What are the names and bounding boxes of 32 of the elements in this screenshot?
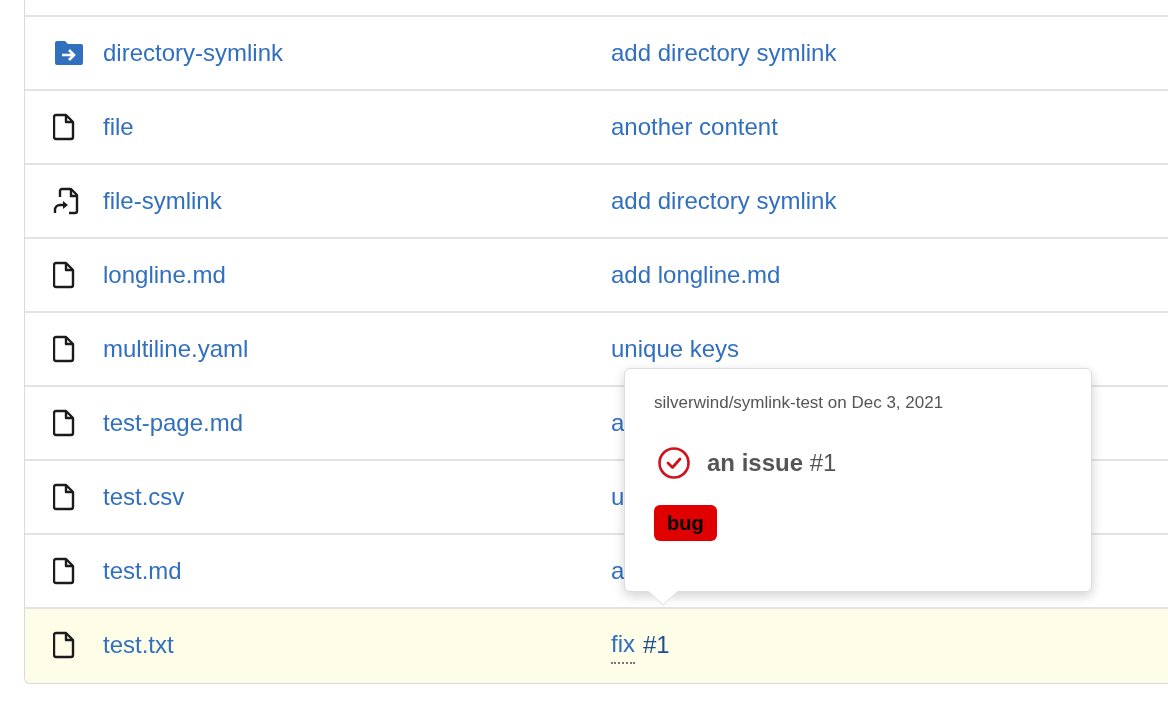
- file-name-link[interactable]: directory-symlink: [103, 35, 284, 71]
- commit-message-link[interactable]: add directory symlink: [611, 183, 837, 219]
- file-name-link[interactable]: test.txt: [103, 627, 174, 663]
- file-name-link[interactable]: test.csv: [103, 479, 185, 515]
- file-name-link[interactable]: test.md: [103, 553, 182, 589]
- folder-symlink-icon: [53, 39, 85, 67]
- commit-message-link[interactable]: add longline.md: [611, 257, 781, 293]
- file-symlink-icon: [53, 187, 79, 215]
- file-name-link[interactable]: multiline.yaml: [103, 331, 249, 367]
- file-icon: [53, 113, 75, 141]
- commit-message-link[interactable]: another content: [611, 109, 778, 145]
- file-name-link[interactable]: file-symlink: [103, 183, 222, 219]
- file-name-link[interactable]: test-page.md: [103, 405, 244, 441]
- issue-reference-link[interactable]: #1: [643, 627, 670, 663]
- repository-date-text: silverwind/symlink-test on Dec 3, 2021: [654, 392, 945, 414]
- commit-message-link[interactable]: fix: [611, 626, 635, 664]
- issue-number: #1: [809, 449, 837, 476]
- file-icon: [53, 557, 75, 585]
- file-icon: [53, 261, 75, 289]
- file-icon: [53, 631, 75, 659]
- file-name-link[interactable]: file: [103, 109, 134, 145]
- issue-title: an issue: [707, 449, 804, 476]
- commit-message-link[interactable]: a: [611, 405, 625, 441]
- commit-message-link[interactable]: add directory symlink: [611, 35, 837, 71]
- commit-message-link[interactable]: u: [611, 479, 625, 515]
- file-name-link[interactable]: longline.md: [103, 257, 226, 293]
- commit-message-link[interactable]: unique keys: [611, 331, 740, 367]
- commit-message-link[interactable]: a: [611, 553, 625, 589]
- label-tag: bug: [654, 505, 717, 541]
- file-icon: [53, 483, 75, 511]
- file-icon: [53, 409, 75, 437]
- file-icon: [53, 335, 75, 363]
